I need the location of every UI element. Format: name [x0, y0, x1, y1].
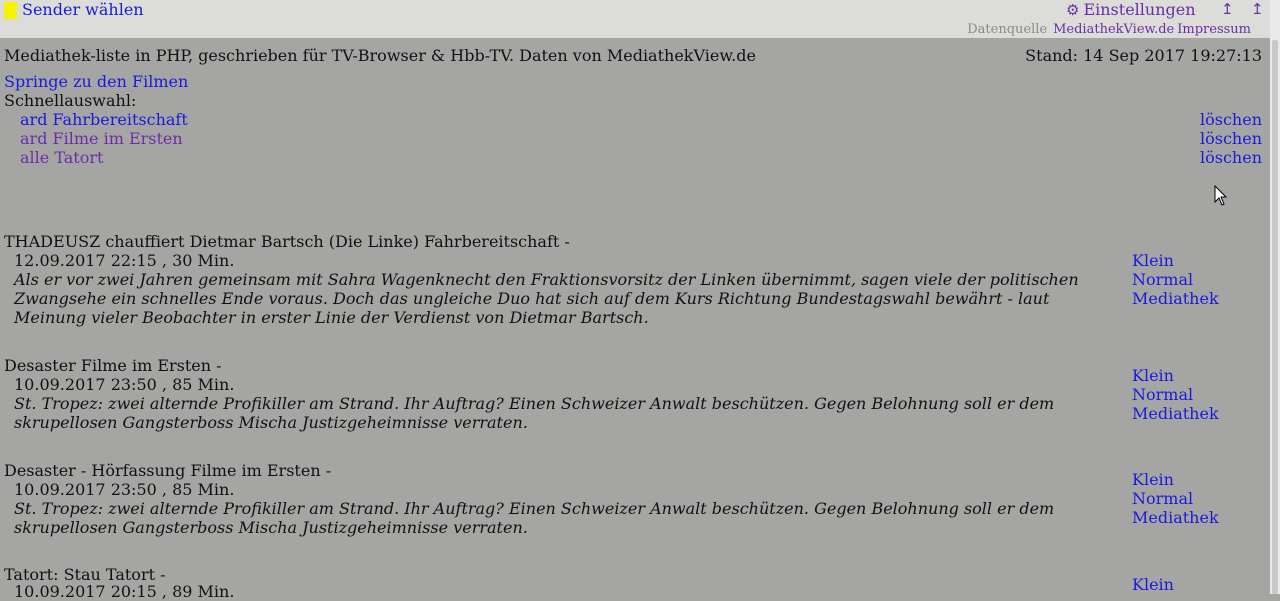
scrollbar-thumb[interactable] [1272, 40, 1278, 594]
mediathekview-link[interactable]: MediathekView.de [1053, 22, 1174, 37]
entry-title: Desaster Filme im Ersten - [4, 356, 222, 375]
entry-links: Klein Normal Mediathek [1132, 366, 1219, 423]
top-bar: Sender wählen ⚙ Einstellungen ↥ ↥ Datenqu… [0, 0, 1270, 38]
delete-link[interactable]: löschen [1200, 148, 1262, 167]
entry-meta: 10.09.2017 23:50 , 85 Min. [14, 375, 235, 394]
klein-link[interactable]: Klein [1132, 470, 1219, 489]
entry-links: Klein Normal Mediathek [1132, 251, 1219, 308]
quick-select-item[interactable]: ard Filme im Ersten [20, 129, 183, 148]
normal-link[interactable]: Normal [1132, 489, 1219, 508]
quick-select-label: Schnellauswahl: [4, 91, 137, 110]
settings-link[interactable]: ⚙ Einstellungen [1066, 0, 1196, 20]
entry-title: THADEUSZ chauffiert Dietmar Bartsch (Die… [4, 232, 570, 251]
scroll-top-alt-icon[interactable]: ↥ [1251, 0, 1264, 19]
datasource-label: Datenquelle [967, 22, 1048, 37]
channel-color-marker [4, 2, 17, 19]
entry-meta: 10.09.2017 20:15 , 89 Min. [14, 582, 235, 601]
mediathek-link[interactable]: Mediathek [1132, 289, 1219, 308]
delete-link[interactable]: löschen [1200, 110, 1262, 129]
quick-select-item[interactable]: ard Fahrbereitschaft [20, 110, 188, 129]
entry-title: Desaster - Hörfassung Filme im Ersten - [4, 461, 332, 480]
mouse-cursor-icon [1214, 185, 1228, 206]
select-channel-link[interactable]: Sender wählen [22, 0, 144, 19]
mediathek-link[interactable]: Mediathek [1132, 404, 1219, 423]
last-updated: Stand: 14 Sep 2017 19:27:13 [1025, 46, 1262, 65]
entry-meta: 10.09.2017 23:50 , 85 Min. [14, 480, 235, 499]
page-description: Mediathek-liste in PHP, geschrieben für … [4, 46, 756, 65]
entry-description: St. Tropez: zwei alternde Profikiller am… [14, 499, 1055, 537]
entry-links: Klein Normal Mediathek [1132, 470, 1219, 527]
normal-link[interactable]: Normal [1132, 270, 1219, 289]
scroll-top-icon[interactable]: ↥ [1221, 0, 1234, 19]
klein-link[interactable]: Klein [1132, 251, 1219, 270]
entry-description: Als er vor zwei Jahren gemeinsam mit Sah… [14, 270, 1079, 327]
entry-links: Klein [1132, 575, 1174, 594]
delete-link[interactable]: löschen [1200, 129, 1262, 148]
settings-label: Einstellungen [1083, 0, 1196, 19]
quick-select-item[interactable]: alle Tatort [20, 148, 103, 167]
entry-meta: 12.09.2017 22:15 , 30 Min. [14, 251, 235, 270]
mediathek-link[interactable]: Mediathek [1132, 508, 1219, 527]
klein-link[interactable]: Klein [1132, 366, 1219, 385]
klein-link[interactable]: Klein [1132, 575, 1174, 594]
entry-description: St. Tropez: zwei alternde Profikiller am… [14, 394, 1055, 432]
gear-icon: ⚙ [1066, 1, 1080, 19]
data-source: Datenquelle MediathekView.de Impressum [967, 22, 1251, 37]
jump-to-films-link[interactable]: Springe zu den Filmen [4, 72, 188, 91]
normal-link[interactable]: Normal [1132, 385, 1219, 404]
impressum-link[interactable]: Impressum [1177, 22, 1251, 37]
